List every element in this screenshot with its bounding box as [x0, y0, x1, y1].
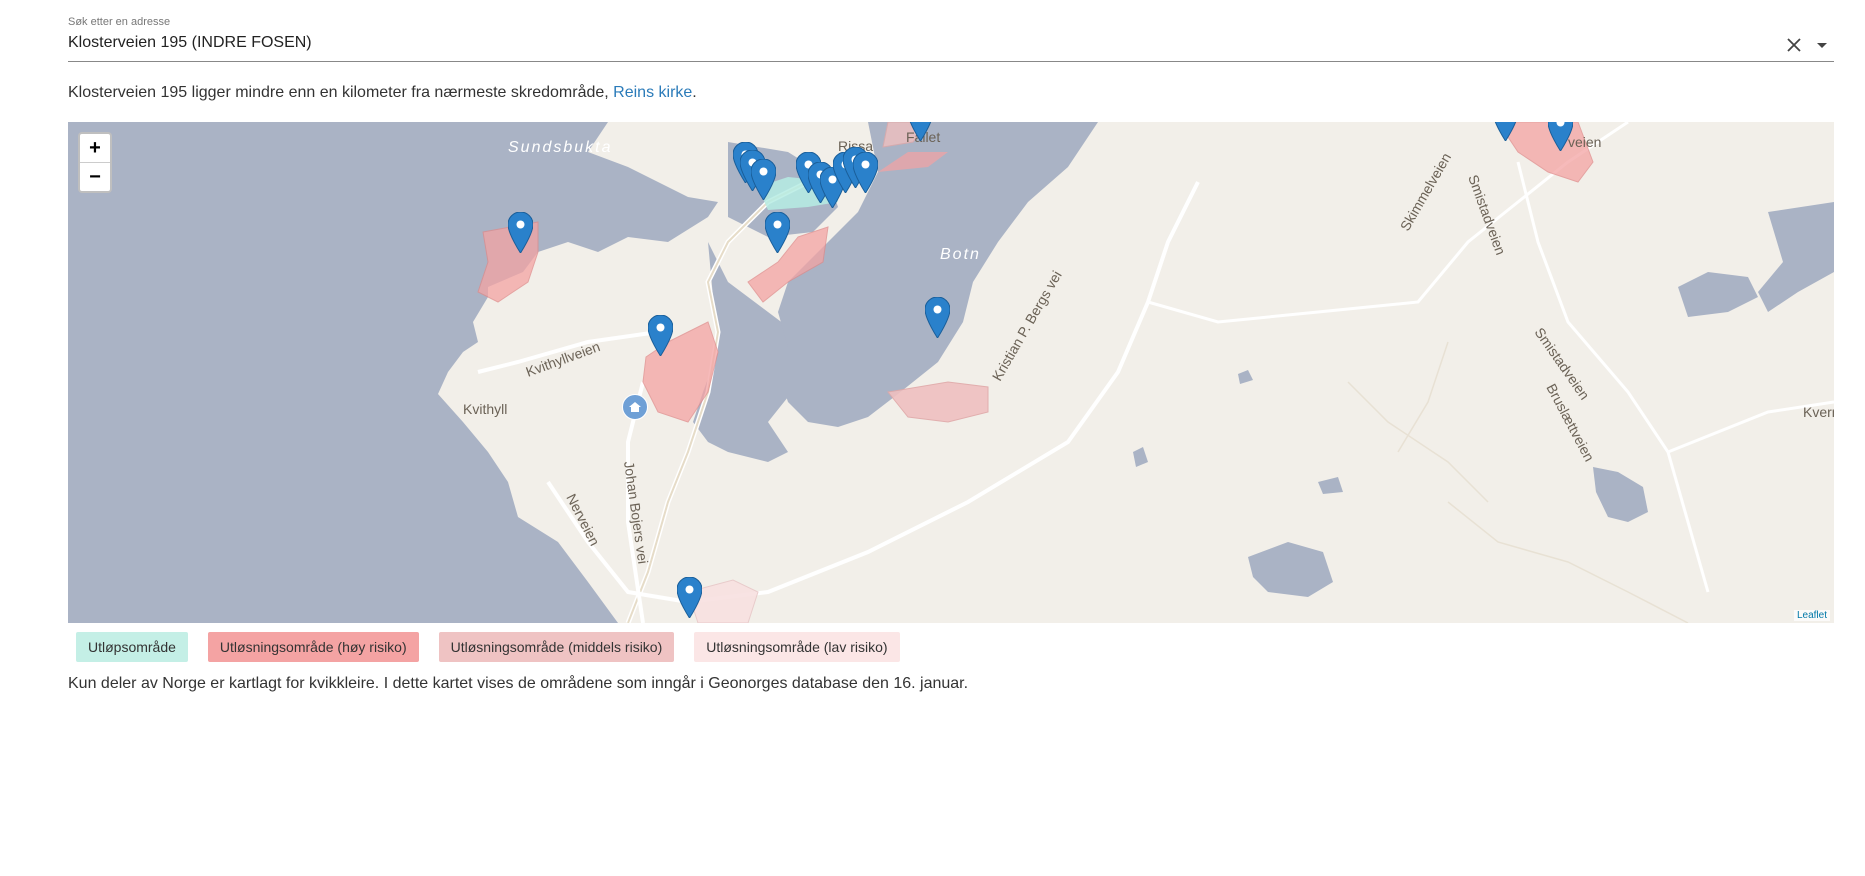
map-tiles: Sundsbukta Rissa Fallet Botn Kvithyll Kv…: [68, 122, 1834, 623]
map-marker-icon[interactable]: [1547, 122, 1574, 152]
chevron-down-icon[interactable]: [1812, 35, 1832, 55]
map-attribution-link[interactable]: Leaflet: [1793, 610, 1830, 621]
map-marker-icon[interactable]: [507, 211, 534, 254]
legend-medium-risk: Utløsningsområde (middels risiko): [438, 632, 675, 662]
info-text: Klosterveien 195 ligger mindre enn en ki…: [68, 84, 614, 101]
zoom-control: + −: [78, 132, 112, 193]
search-label: Søk etter en adresse: [68, 16, 171, 28]
map-marker-icon[interactable]: [908, 122, 933, 142]
map-label-kvithyll: Kvithyll: [463, 401, 507, 417]
map-marker-icon[interactable]: [750, 158, 777, 201]
map-label-sundsbukta: Sundsbukta: [508, 139, 613, 156]
map-label-veien: veien: [1568, 134, 1601, 150]
map-marker-icon[interactable]: [852, 151, 879, 194]
legend-high-risk: Utløsningsområde (høy risiko): [207, 632, 419, 662]
map-marker-icon[interactable]: [676, 576, 703, 619]
zoom-out-button[interactable]: −: [80, 163, 110, 191]
map-marker-icon[interactable]: [764, 211, 791, 254]
proximity-info: Klosterveien 195 ligger mindre enn en ki…: [68, 84, 697, 102]
nearest-area-link[interactable]: Reins kirke: [613, 84, 692, 101]
map-marker-icon[interactable]: [1493, 122, 1518, 142]
home-icon[interactable]: [622, 394, 648, 420]
legend-runout: Utløpsområde: [76, 632, 188, 662]
search-input[interactable]: [68, 34, 1748, 52]
clear-icon[interactable]: [1783, 34, 1805, 56]
map-label-botn: Botn: [940, 246, 981, 263]
zoom-in-button[interactable]: +: [80, 134, 110, 163]
coverage-note: Kun deler av Norge er kartlagt for kvikk…: [68, 675, 969, 692]
map-marker-icon[interactable]: [924, 296, 951, 339]
map[interactable]: Sundsbukta Rissa Fallet Botn Kvithyll Kv…: [68, 122, 1834, 623]
legend-low-risk: Utløsningsområde (lav risiko): [694, 632, 900, 662]
info-text-end: .: [692, 84, 697, 101]
legend: Utløpsområde Utløsningsområde (høy risik…: [76, 632, 900, 662]
address-search: Søk etter en adresse: [68, 12, 1834, 62]
map-marker-icon[interactable]: [647, 314, 674, 357]
map-label-kvern: Kvern: [1803, 404, 1834, 420]
